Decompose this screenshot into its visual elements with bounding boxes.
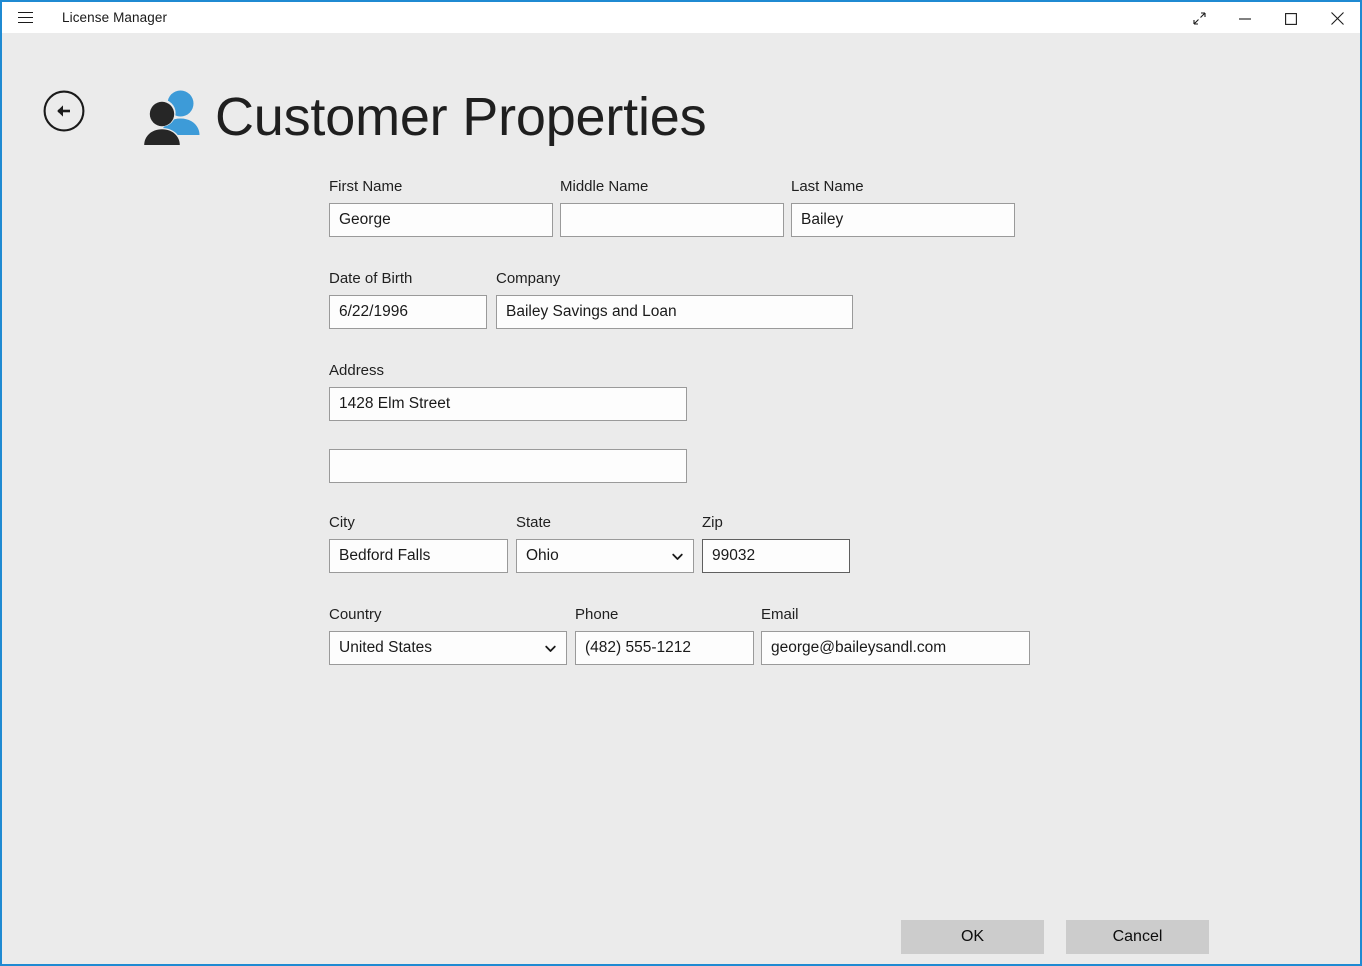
address-line-2-input[interactable] xyxy=(329,449,687,483)
country-label: Country xyxy=(329,606,382,623)
dialog-footer: OK Cancel xyxy=(2,920,1360,954)
zip-label: Zip xyxy=(702,514,723,531)
field-country: Country United States xyxy=(329,606,567,665)
country-select[interactable]: United States xyxy=(329,631,567,665)
field-middle-name: Middle Name xyxy=(560,178,784,237)
city-label: City xyxy=(329,514,355,531)
company-label: Company xyxy=(496,270,561,287)
state-select[interactable]: Ohio xyxy=(516,539,694,573)
customer-properties-form: First Name George Middle Name Last Name … xyxy=(2,0,1360,964)
field-date-of-birth: Date of Birth 6/22/1996 xyxy=(329,270,487,329)
date-of-birth-label: Date of Birth xyxy=(329,270,413,287)
phone-input[interactable]: (482) 555-1212 xyxy=(575,631,754,665)
address-input[interactable]: 1428 Elm Street xyxy=(329,387,687,421)
chevron-down-icon xyxy=(671,550,684,563)
last-name-label: Last Name xyxy=(791,178,864,195)
ok-button[interactable]: OK xyxy=(901,920,1044,954)
state-label: State xyxy=(516,514,552,531)
state-selected-value: Ohio xyxy=(526,547,559,564)
company-input[interactable]: Bailey Savings and Loan xyxy=(496,295,853,329)
phone-label: Phone xyxy=(575,606,619,623)
date-of-birth-input[interactable]: 6/22/1996 xyxy=(329,295,487,329)
email-label: Email xyxy=(761,606,799,623)
first-name-label: First Name xyxy=(329,178,403,195)
field-state: State Ohio xyxy=(516,514,694,573)
field-city: City Bedford Falls xyxy=(329,514,508,573)
field-zip: Zip 99032 xyxy=(702,514,850,573)
field-phone: Phone (482) 555-1212 xyxy=(575,606,754,665)
country-selected-value: United States xyxy=(339,639,433,656)
cancel-button[interactable]: Cancel xyxy=(1066,920,1209,954)
field-address: Address 1428 Elm Street xyxy=(329,362,687,421)
zip-input[interactable]: 99032 xyxy=(702,539,850,573)
field-email: Email george@baileysandl.com xyxy=(761,606,1030,665)
license-manager-window: License Manager Customer Properties Firs… xyxy=(0,0,1362,966)
middle-name-label: Middle Name xyxy=(560,178,649,195)
email-input[interactable]: george@baileysandl.com xyxy=(761,631,1030,665)
field-company: Company Bailey Savings and Loan xyxy=(496,270,853,329)
field-first-name: First Name George xyxy=(329,178,553,237)
city-input[interactable]: Bedford Falls xyxy=(329,539,508,573)
field-address-line-2 xyxy=(329,449,687,483)
last-name-input[interactable]: Bailey xyxy=(791,203,1015,237)
address-label: Address xyxy=(329,362,385,379)
middle-name-input[interactable] xyxy=(560,203,784,237)
field-last-name: Last Name Bailey xyxy=(791,178,1015,237)
chevron-down-icon xyxy=(544,642,557,655)
first-name-input[interactable]: George xyxy=(329,203,553,237)
